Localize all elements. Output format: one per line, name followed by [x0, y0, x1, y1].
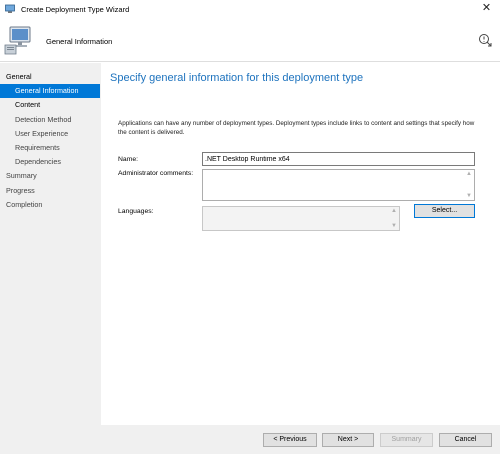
sidebar-item-general[interactable]: General	[0, 70, 101, 84]
admin-comments-label: Administrator comments:	[118, 170, 194, 177]
scroll-up-icon[interactable]: ▲	[391, 208, 397, 214]
sidebar-item-content[interactable]: Content	[0, 98, 101, 112]
name-label: Name:	[118, 156, 139, 163]
app-icon	[5, 4, 15, 13]
main-content: Specify general information for this dep…	[101, 63, 500, 425]
admin-comments-field[interactable]: ▲ ▼	[202, 169, 475, 201]
computer-icon	[4, 26, 31, 55]
languages-label: Languages:	[118, 208, 154, 215]
page-heading: Specify general information for this dep…	[110, 72, 364, 84]
help-icon[interactable]	[478, 33, 492, 47]
wizard-footer: < Previous Next > Summary Cancel	[101, 425, 500, 454]
page-description: Applications can have any number of depl…	[118, 120, 475, 136]
sidebar-item-completion[interactable]: Completion	[0, 198, 101, 212]
summary-button[interactable]: Summary	[380, 433, 433, 447]
window-title: Create Deployment Type Wizard	[21, 4, 130, 14]
wizard-navigation: General General Information Content Detecti…	[0, 63, 101, 454]
sidebar-item-detection-method[interactable]: Detection Method	[0, 113, 101, 127]
languages-list[interactable]: ▲ ▼	[202, 206, 400, 231]
sidebar-item-dependencies[interactable]: Dependencies	[0, 155, 101, 169]
previous-button[interactable]: < Previous	[263, 433, 317, 447]
sidebar-item-user-experience[interactable]: User Experience	[0, 127, 101, 141]
sidebar-item-requirements[interactable]: Requirements	[0, 141, 101, 155]
next-button[interactable]: Next >	[322, 433, 374, 447]
sidebar-item-summary[interactable]: Summary	[0, 169, 101, 183]
select-languages-button[interactable]: Select...	[414, 204, 475, 218]
languages-scrollbar[interactable]: ▲ ▼	[389, 207, 399, 230]
admin-comments-scrollbar[interactable]: ▲ ▼	[464, 170, 474, 200]
title-bar: Create Deployment Type Wizard ✕	[0, 0, 500, 18]
banner-title: General Information	[46, 37, 113, 46]
sidebar-item-progress[interactable]: Progress	[0, 184, 101, 198]
scroll-down-icon[interactable]: ▼	[466, 193, 472, 199]
sidebar-item-general-information[interactable]: General Information	[0, 84, 100, 99]
wizard-banner: General Information	[0, 18, 500, 62]
close-icon[interactable]: ✕	[481, 3, 492, 14]
scroll-down-icon[interactable]: ▼	[391, 223, 397, 229]
name-field[interactable]	[202, 152, 475, 166]
cancel-button[interactable]: Cancel	[439, 433, 492, 447]
scroll-up-icon[interactable]: ▲	[466, 171, 472, 177]
